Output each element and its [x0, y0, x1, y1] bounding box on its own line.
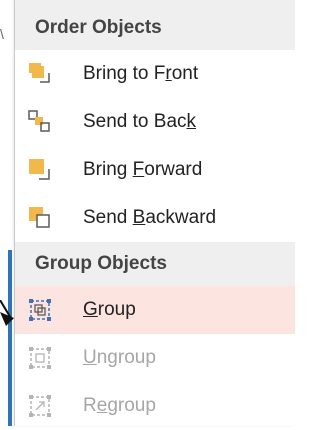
order-objects-header: Order Objects: [15, 0, 295, 50]
menu-item-regroup[interactable]: Regroup: [15, 382, 295, 430]
menu-item-send-backward[interactable]: Send Backward: [15, 194, 295, 242]
menu-item-label: Group: [83, 299, 136, 320]
regroup-icon: [29, 395, 51, 417]
menu-item-label: Ungroup: [83, 347, 156, 368]
menu-item-send-to-back[interactable]: Send to Back: [15, 98, 295, 146]
group-objects-header: Group Objects: [15, 242, 295, 286]
menu-item-bring-to-front[interactable]: Bring to Front: [15, 50, 295, 98]
send-to-back-icon: [28, 110, 50, 132]
group-icon: [29, 299, 51, 321]
menu-item-ungroup[interactable]: Ungroup: [15, 334, 295, 382]
bring-forward-icon: [29, 159, 50, 180]
arrange-context-menu: Order Objects Bring to Front Send to Bac…: [14, 0, 295, 426]
ungroup-icon: [29, 347, 51, 369]
menu-item-label: Send to Back: [83, 111, 197, 132]
menu-item-label: Regroup: [83, 395, 156, 416]
menu-item-label: Send Backward: [83, 207, 217, 228]
background-text-fragment: \: [0, 26, 4, 42]
menu-item-label: Bring Forward: [83, 159, 203, 180]
bring-to-front-icon: [29, 63, 50, 83]
menu-item-label: Bring to Front: [83, 63, 199, 84]
send-backward-icon: [29, 207, 50, 228]
menu-item-group[interactable]: Group: [15, 286, 295, 334]
menu-item-bring-forward[interactable]: Bring Forward: [15, 146, 295, 194]
